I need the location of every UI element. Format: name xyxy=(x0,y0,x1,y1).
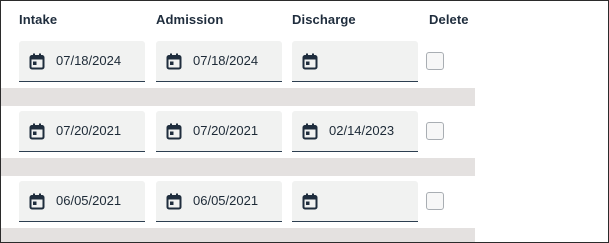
row-separator xyxy=(1,88,475,106)
admission-date-field[interactable]: 07/18/2024 xyxy=(156,41,282,82)
admission-date-value: 06/05/2021 xyxy=(193,193,259,208)
calendar-icon[interactable] xyxy=(302,123,318,140)
admission-date-field[interactable]: 06/05/2021 xyxy=(156,181,282,222)
intake-date-value: 06/05/2021 xyxy=(56,193,122,208)
delete-checkbox[interactable] xyxy=(426,122,444,140)
intake-date-value: 07/18/2024 xyxy=(56,53,122,68)
calendar-icon[interactable] xyxy=(166,53,182,70)
calendar-icon[interactable] xyxy=(29,53,45,70)
discharge-date-field[interactable] xyxy=(292,41,418,82)
discharge-header: Discharge xyxy=(292,12,356,27)
calendar-icon[interactable] xyxy=(29,123,45,140)
calendar-icon[interactable] xyxy=(302,193,318,210)
calendar-icon[interactable] xyxy=(302,53,318,70)
row-separator xyxy=(1,158,475,176)
admission-date-field[interactable]: 07/20/2021 xyxy=(156,111,282,152)
admission-date-value: 07/20/2021 xyxy=(193,123,259,138)
table-header: Intake Admission Discharge Delete xyxy=(1,1,481,37)
table-row: 07/20/2021 07/20/2021 02/14/2023 xyxy=(1,111,477,157)
discharge-date-field[interactable]: 02/14/2023 xyxy=(292,111,418,152)
delete-checkbox[interactable] xyxy=(426,192,444,210)
intake-date-field[interactable]: 07/18/2024 xyxy=(19,41,145,82)
delete-checkbox[interactable] xyxy=(426,52,444,70)
admission-date-value: 07/18/2024 xyxy=(193,53,259,68)
date-records-panel: Intake Admission Discharge Delete 07/18/… xyxy=(0,0,609,243)
calendar-icon[interactable] xyxy=(166,123,182,140)
calendar-icon[interactable] xyxy=(166,193,182,210)
discharge-date-value: 02/14/2023 xyxy=(329,123,395,138)
intake-header: Intake xyxy=(19,12,58,27)
table-row: 07/18/2024 07/18/2024 xyxy=(1,41,477,87)
intake-date-value: 07/20/2021 xyxy=(56,123,122,138)
table-row: 06/05/2021 06/05/2021 xyxy=(1,181,477,227)
discharge-date-field[interactable] xyxy=(292,181,418,222)
admission-header: Admission xyxy=(156,12,224,27)
intake-date-field[interactable]: 07/20/2021 xyxy=(19,111,145,152)
delete-header: Delete xyxy=(429,12,469,27)
intake-date-field[interactable]: 06/05/2021 xyxy=(19,181,145,222)
row-separator xyxy=(1,228,475,242)
calendar-icon[interactable] xyxy=(29,193,45,210)
